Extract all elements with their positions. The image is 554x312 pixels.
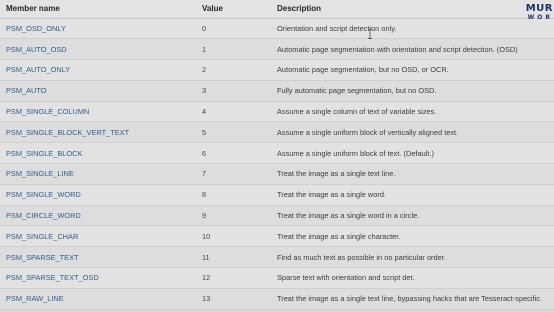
- table-row: PSM_SINGLE_CHAR 10 Treat the image as a …: [0, 225, 554, 248]
- value-cell: 2: [196, 59, 271, 81]
- description-cell: Sparse text with orientation and script …: [271, 267, 554, 289]
- description-cell: Fully automatic page segmentation, but n…: [271, 80, 554, 102]
- description-cell: Treat the image as a single text line, b…: [271, 288, 554, 310]
- description-cell: Treat the image as a single word in a ci…: [271, 205, 554, 227]
- table-row: PSM_AUTO_ONLY 2 Automatic page segmentat…: [0, 59, 554, 81]
- table-row: PSM_CIRCLE_WORD 9 Treat the image as a s…: [0, 205, 554, 227]
- table-row: PSM_SINGLE_LINE 7 Treat the image as a s…: [0, 163, 554, 185]
- description-cell: Assume a single column of text of variab…: [271, 101, 554, 123]
- member-name-cell[interactable]: PSM_AUTO: [0, 80, 196, 102]
- page-segmentation-mode-table: Member name Value Description PSM_OSD_ON…: [0, 0, 554, 310]
- member-name-cell[interactable]: PSM_SPARSE_TEXT_OSD: [0, 267, 196, 289]
- text-cursor-icon: [368, 29, 372, 39]
- description-cell: Assume a single uniform block of text. (…: [271, 142, 554, 165]
- table-row: PSM_AUTO_OSD 1 Automatic page segmentati…: [0, 38, 554, 61]
- description-cell: Assume a single uniform block of vertica…: [271, 121, 554, 144]
- description-cell: Automatic page segmentation, but no OSD,…: [271, 59, 554, 81]
- member-name-cell[interactable]: PSM_SINGLE_BLOCK: [0, 142, 196, 165]
- table-row: PSM_RAW_LINE 13 Treat the image as a sin…: [0, 288, 554, 310]
- member-name-cell[interactable]: PSM_SINGLE_WORD: [0, 184, 196, 206]
- header-description: Description: [271, 0, 554, 19]
- table-row: PSM_SINGLE_COLUMN 4 Assume a single colu…: [0, 101, 554, 123]
- table-row: PSM_SPARSE_TEXT_OSD 12 Sparse text with …: [0, 267, 554, 289]
- value-cell: 9: [196, 205, 271, 227]
- table-row: PSM_AUTO 3 Fully automatic page segmenta…: [0, 80, 554, 102]
- member-name-cell[interactable]: PSM_SINGLE_BLOCK_VERT_TEXT: [0, 121, 196, 144]
- value-cell: 10: [196, 225, 271, 248]
- table-row: PSM_SINGLE_WORD 8 Treat the image as a s…: [0, 184, 554, 206]
- member-name-cell[interactable]: PSM_SINGLE_LINE: [0, 163, 196, 185]
- value-cell: 1: [196, 38, 271, 61]
- value-cell: 13: [196, 288, 271, 310]
- description-cell: Treat the image as a single character.: [271, 225, 554, 248]
- table-row: PSM_SINGLE_BLOCK 6 Assume a single unifo…: [0, 142, 554, 165]
- description-cell: Treat the image as a single word.: [271, 184, 554, 206]
- member-name-cell[interactable]: PSM_AUTO_ONLY: [0, 59, 196, 81]
- value-cell: 8: [196, 184, 271, 206]
- member-name-cell[interactable]: PSM_RAW_LINE: [0, 288, 196, 310]
- table-row: PSM_SPARSE_TEXT 11 Find as much text as …: [0, 246, 554, 269]
- header-value: Value: [196, 0, 271, 19]
- value-cell: 4: [196, 101, 271, 123]
- value-cell: 5: [196, 121, 271, 144]
- member-name-cell[interactable]: PSM_SPARSE_TEXT: [0, 246, 196, 269]
- member-name-cell[interactable]: PSM_SINGLE_COLUMN: [0, 101, 196, 123]
- member-name-cell[interactable]: PSM_CIRCLE_WORD: [0, 205, 196, 227]
- value-cell: 3: [196, 80, 271, 102]
- value-cell: 7: [196, 163, 271, 185]
- description-cell: Automatic page segmentation with orienta…: [271, 38, 554, 61]
- description-cell: Orientation and script detection only.: [271, 18, 554, 40]
- member-name-cell[interactable]: PSM_AUTO_OSD: [0, 38, 196, 61]
- table-row: PSM_SINGLE_BLOCK_VERT_TEXT 5 Assume a si…: [0, 121, 554, 144]
- table-row: PSM_OSD_ONLY 0 Orientation and script de…: [0, 18, 554, 40]
- member-name-cell[interactable]: PSM_OSD_ONLY: [0, 18, 196, 40]
- page: Member name Value Description PSM_OSD_ON…: [0, 0, 554, 312]
- table-header-row: Member name Value Description: [0, 0, 554, 19]
- description-cell: Treat the image as a single text line.: [271, 163, 554, 185]
- value-cell: 12: [196, 267, 271, 289]
- value-cell: 6: [196, 142, 271, 165]
- header-member-name: Member name: [0, 0, 196, 19]
- value-cell: 11: [196, 246, 271, 269]
- description-cell: Find as much text as possible in no part…: [271, 246, 554, 269]
- member-name-cell[interactable]: PSM_SINGLE_CHAR: [0, 225, 196, 248]
- value-cell: 0: [196, 18, 271, 40]
